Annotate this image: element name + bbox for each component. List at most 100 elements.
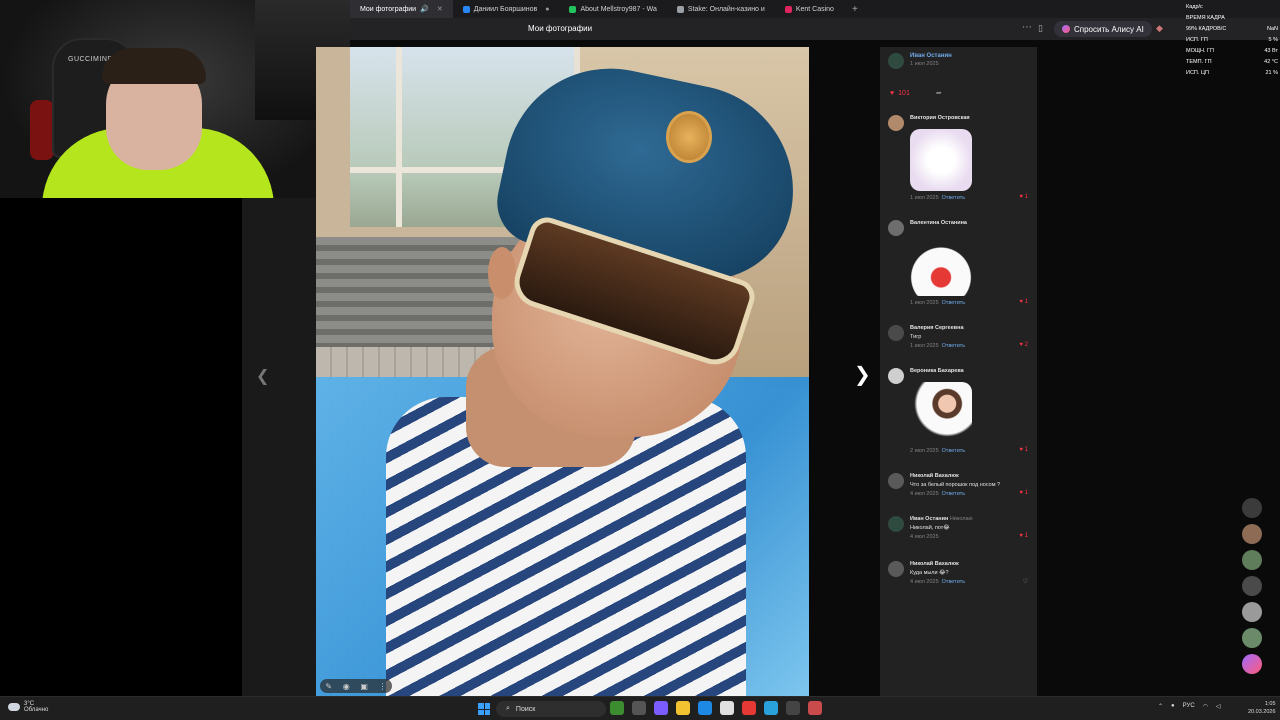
- close-tab-icon[interactable]: ✕: [437, 5, 443, 13]
- next-photo-arrow-icon[interactable]: ❯: [854, 362, 871, 387]
- comment-like[interactable]: ♥ 1: [1019, 299, 1028, 305]
- more-icon[interactable]: ⋯: [1022, 22, 1032, 33]
- avatar[interactable]: [888, 53, 904, 69]
- dock-avatar[interactable]: [1242, 602, 1262, 622]
- dock-avatar[interactable]: [1242, 550, 1262, 570]
- comment-like[interactable]: ♥ 1: [1019, 490, 1028, 496]
- comment-item: Валентина Останина 1 июл 2025 Ответить ♥ …: [888, 220, 1032, 310]
- page-title: Мои фотографии: [528, 24, 593, 33]
- reply-target: Николаю: [949, 516, 973, 522]
- comment-meta: 1 июл 2025 Ответить: [910, 300, 965, 306]
- yandex-browser-icon[interactable]: [742, 701, 756, 715]
- dock-avatar[interactable]: [1242, 628, 1262, 648]
- reply-link[interactable]: Ответить: [942, 195, 966, 201]
- comment-date: 1 июл 2025: [910, 343, 939, 349]
- music-icon[interactable]: [1242, 654, 1262, 674]
- reply-link[interactable]: Ответить: [942, 579, 966, 585]
- new-tab-button[interactable]: +: [844, 4, 866, 15]
- comment-like[interactable]: ♥ 1: [1019, 194, 1028, 200]
- comment-like-count: 1: [1024, 299, 1028, 305]
- browser-tab-bar: Мои фотографии 🔊 ✕ Даниил Бояршинов ● Ab…: [350, 0, 1280, 18]
- weather-widget[interactable]: 3°C Облачно: [8, 701, 48, 713]
- edit-icon[interactable]: ✎: [325, 682, 332, 691]
- comment-item: Николай Вахалюк Что за белый порошок под…: [888, 473, 1032, 505]
- dock-avatar[interactable]: [1242, 524, 1262, 544]
- comment-author[interactable]: Виктория Островская: [910, 115, 970, 121]
- tab-stake[interactable]: Stake: Онлайн-казино и: [667, 0, 775, 18]
- volume-icon[interactable]: ◁: [1216, 703, 1221, 710]
- mic-icon[interactable]: ●: [1171, 703, 1175, 710]
- taskbar-search[interactable]: ⌕ Поиск: [496, 701, 606, 717]
- comment-item: Валерия Сергеевна Тигр 1 июл 2025 Ответит…: [888, 325, 1032, 357]
- windows-start-icon[interactable]: [478, 703, 490, 715]
- comment-author[interactable]: Вероника Бахарева: [910, 368, 964, 374]
- reply-link[interactable]: Ответить: [942, 343, 966, 349]
- comment-like-empty-heart-icon[interactable]: ♡: [1023, 578, 1028, 585]
- reply-link[interactable]: Ответить: [942, 300, 966, 306]
- avatar[interactable]: [888, 220, 904, 236]
- comment-meta: 4 июл 2025 Ответить: [910, 579, 965, 585]
- bookmark-icon[interactable]: ▯: [1038, 23, 1043, 34]
- comment-like[interactable]: ♥ 1: [1019, 447, 1028, 453]
- ask-alice-button[interactable]: Спросить Алису AI: [1054, 21, 1152, 37]
- edge-icon[interactable]: [698, 701, 712, 715]
- previous-photo-arrow-icon[interactable]: ❮: [256, 366, 269, 386]
- reply-link[interactable]: Ответить: [942, 448, 966, 454]
- avatar[interactable]: [888, 473, 904, 489]
- share-icon[interactable]: ➦: [936, 89, 942, 97]
- comment-author[interactable]: Николай Вахалюк: [910, 473, 959, 479]
- app-icon[interactable]: [610, 701, 624, 715]
- store-icon[interactable]: [720, 701, 734, 715]
- comment-like[interactable]: ♥ 2: [1019, 342, 1028, 348]
- avatar[interactable]: [888, 115, 904, 131]
- comment-author[interactable]: Валерия Сергеевна: [910, 325, 964, 331]
- comment-author[interactable]: Николай Вахалюк: [910, 561, 959, 567]
- wifi-icon[interactable]: ◠: [1203, 703, 1208, 710]
- speaker-icon[interactable]: 🔊: [420, 5, 429, 13]
- comment-author[interactable]: Валентина Останина: [910, 220, 967, 226]
- tab-label: Даниил Бояршинов: [473, 5, 538, 13]
- tab-kent-casino[interactable]: Kent Casino: [775, 0, 844, 18]
- folder-icon[interactable]: [676, 701, 690, 715]
- telegram-icon[interactable]: [764, 701, 778, 715]
- streamer-hair: [102, 48, 206, 84]
- app-icon[interactable]: [654, 701, 668, 715]
- comment-like-count: 1: [1024, 447, 1028, 453]
- photo-tools-bar: ✎ ◉ ▣ ⋮: [320, 679, 392, 693]
- comment-author-name[interactable]: Иван Останин: [910, 516, 948, 522]
- camera-icon[interactable]: ▣: [360, 682, 368, 691]
- chevron-up-icon[interactable]: ⌃: [1158, 703, 1163, 710]
- dock-icon[interactable]: [1242, 498, 1262, 518]
- app-icon[interactable]: [808, 701, 822, 715]
- avatar[interactable]: [888, 325, 904, 341]
- language-indicator[interactable]: РУС: [1183, 703, 1195, 710]
- taskbar-clock[interactable]: 1:05 20.03.2026: [1248, 700, 1276, 716]
- dock-avatar[interactable]: [1242, 576, 1262, 596]
- avatar[interactable]: [888, 561, 904, 577]
- main-photo[interactable]: ✎ ◉ ▣ ⋮: [316, 47, 809, 696]
- obs-icon[interactable]: [786, 701, 800, 715]
- chair-accent: [30, 100, 54, 160]
- girl-thumbs-up-sticker: [910, 382, 972, 444]
- more-vertical-icon[interactable]: ⋮: [379, 682, 387, 691]
- post-likes[interactable]: ♥ 101 ➦: [890, 89, 942, 98]
- eye-icon[interactable]: ◉: [343, 682, 350, 691]
- tab-label: About Mellstroy987 - Wa: [580, 5, 657, 13]
- comment-like[interactable]: ♥ 1: [1019, 533, 1028, 539]
- reply-link[interactable]: Ответить: [942, 491, 966, 497]
- avatar[interactable]: [888, 368, 904, 384]
- author-name[interactable]: Иван Останин: [910, 53, 952, 59]
- search-label: Поиск: [515, 705, 536, 713]
- viewer-left-strip: [242, 198, 316, 696]
- tab-label: Stake: Онлайн-казино и: [687, 5, 765, 13]
- extension-icon[interactable]: ◆: [1156, 23, 1163, 34]
- task-view-icon[interactable]: [632, 701, 646, 715]
- tab-daniil[interactable]: Даниил Бояршинов ●: [453, 0, 560, 18]
- clock-time: 1:05: [1264, 701, 1276, 707]
- avatar[interactable]: [888, 516, 904, 532]
- heart-icon[interactable]: ♥: [890, 90, 894, 97]
- tab-my-photos[interactable]: Мои фотографии 🔊 ✕: [350, 0, 453, 18]
- hw-row: ИСП. ЦП 21 %: [1186, 68, 1278, 79]
- tab-mellstroy[interactable]: About Mellstroy987 - Wa: [559, 0, 666, 18]
- cloud-icon: [8, 703, 20, 711]
